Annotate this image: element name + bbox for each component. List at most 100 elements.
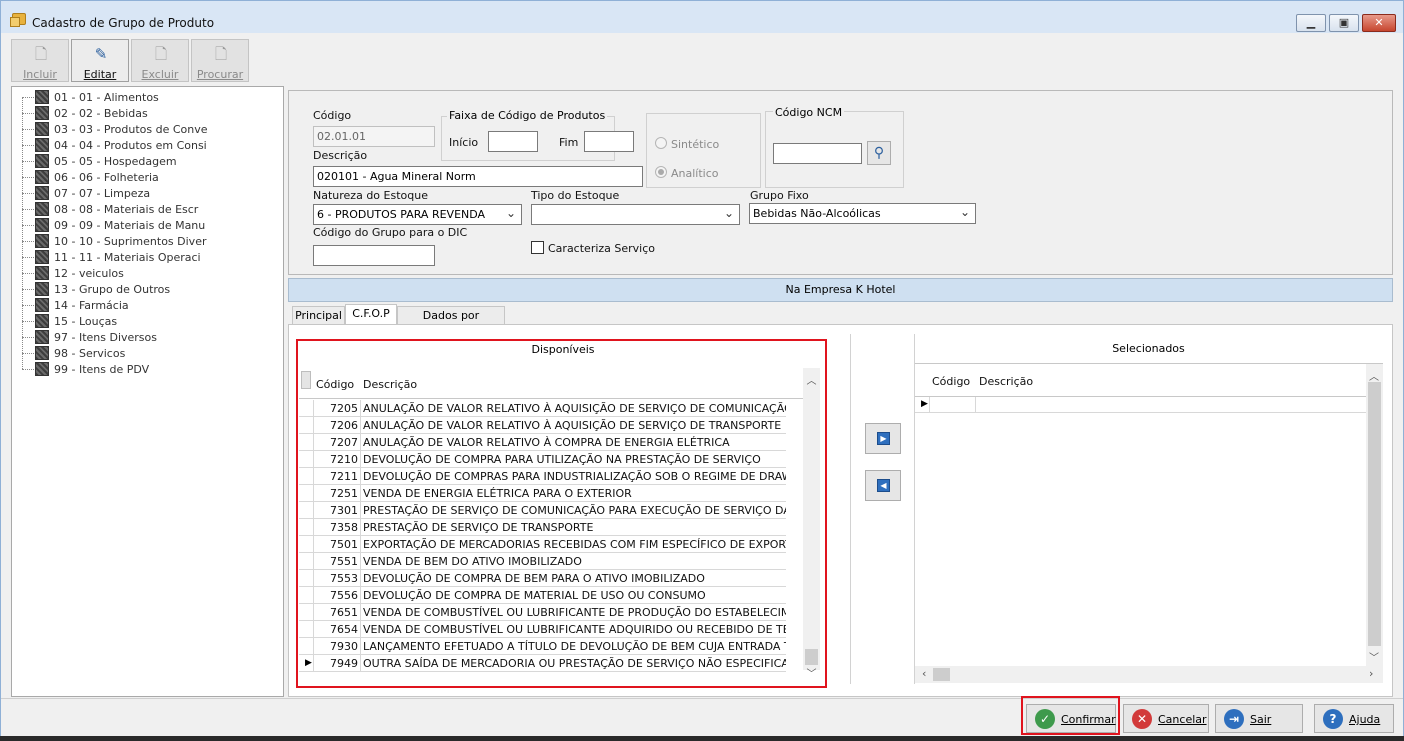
new-doc-icon: 🗋: [34, 45, 48, 63]
divider: [850, 334, 851, 684]
col-codigo-header[interactable]: Código: [932, 375, 970, 388]
tree-item-label: 97 - Itens Diversos: [54, 331, 158, 344]
fim-field[interactable]: [584, 131, 634, 152]
remove-selected-button[interactable]: ◀: [865, 470, 901, 501]
group-tree[interactable]: 01 - 01 - Alimentos 02 - 02 - Bebidas 03 -…: [11, 86, 284, 697]
tree-item[interactable]: 14 - Farmácia: [12, 289, 282, 313]
window-title: Cadastro de Grupo de Produto: [32, 16, 215, 30]
selecionados-header: Código Descrição: [915, 364, 1366, 397]
app-window: Cadastro de Grupo de Produto ▁ ▣ ✕ 🗋 Incl…: [0, 0, 1404, 736]
scroll-up-icon[interactable]: ︿: [1369, 368, 1379, 383]
faixa-group: Faixa de Código de Produtos Início Fim: [441, 109, 634, 161]
group-node-icon: [35, 122, 49, 136]
scroll-thumb[interactable]: [1368, 382, 1381, 646]
tree-item[interactable]: 04 - 04 - Produtos em Consi: [12, 129, 282, 153]
tree-item[interactable]: 06 - 06 - Folheteria: [12, 161, 282, 185]
dic-field[interactable]: [313, 245, 435, 266]
tree-connector: [22, 113, 23, 129]
tree-item-label: 13 - Grupo de Outros: [54, 283, 171, 296]
tipo-group: Sintético Analítico: [646, 113, 761, 188]
ncm-field[interactable]: [773, 143, 862, 164]
cancel-icon: ✕: [1132, 709, 1152, 729]
scroll-left-icon[interactable]: ‹: [922, 667, 926, 680]
tree-item-label: 08 - 08 - Materiais de Escr: [54, 203, 199, 216]
selecionados-grid[interactable]: Código Descrição ▶ ︿ ﹀ ‹ ›: [915, 363, 1383, 683]
tree-item[interactable]: 99 - Itens de PDV: [12, 353, 282, 377]
tree-connector: [22, 209, 23, 225]
company-band: Na Empresa K Hotel: [288, 278, 1393, 302]
title-bar: Cadastro de Grupo de Produto ▁ ▣ ✕: [1, 1, 1403, 33]
tree-connector: [22, 321, 23, 337]
incluir-label: Incluir: [23, 68, 57, 81]
edit-icon: ✎: [94, 45, 108, 63]
add-selected-button[interactable]: ▶: [865, 423, 901, 454]
sintetico-radio[interactable]: [655, 137, 667, 149]
incluir-button[interactable]: 🗋 Incluir: [11, 39, 69, 82]
caracteriza-servico-checkbox[interactable]: [531, 241, 544, 254]
group-node-icon: [35, 186, 49, 200]
selecionados-vscroll[interactable]: ︿ ﹀: [1366, 364, 1383, 666]
editar-label: Editar: [83, 68, 117, 81]
tree-item[interactable]: 11 - 11 - Materiais Operaci: [12, 241, 282, 265]
descricao-field[interactable]: 020101 - Agua Mineral Norm: [313, 166, 643, 187]
descricao-label: Descrição: [313, 149, 368, 162]
selecionados-hscroll[interactable]: ‹ ›: [915, 666, 1383, 683]
tree-item[interactable]: 10 - 10 - Suprimentos Diver: [12, 225, 282, 249]
maximize-button[interactable]: ▣: [1329, 14, 1359, 32]
tree-item[interactable]: 15 - Louças: [12, 305, 282, 329]
tree-item-label: 12 - veiculos: [54, 267, 124, 280]
close-button[interactable]: ✕: [1362, 14, 1396, 32]
ajuda-label: Ajuda: [1349, 713, 1381, 726]
tree-item[interactable]: 05 - 05 - Hospedagem: [12, 145, 282, 169]
scroll-down-icon[interactable]: ﹀: [1369, 649, 1379, 664]
grupo-fixo-select[interactable]: Bebidas Não-Alcoólicas ⌄: [749, 203, 976, 224]
tab-dados-por-empresa[interactable]: Dados por Empresa: [397, 306, 505, 339]
chevron-down-icon: ⌄: [959, 205, 970, 219]
search-doc-icon: 🗋: [214, 45, 228, 63]
tree-connector: [22, 177, 23, 193]
group-node-icon: [35, 202, 49, 216]
tipo-estoque-select[interactable]: ⌄: [531, 204, 740, 225]
tree-item[interactable]: 97 - Itens Diversos: [12, 321, 282, 345]
tree-item[interactable]: 02 - 02 - Bebidas: [12, 97, 282, 121]
cancelar-button[interactable]: ✕ Cancelar: [1123, 704, 1209, 733]
group-node-icon: [35, 362, 49, 376]
tree-item[interactable]: 09 - 09 - Materiais de Manu: [12, 209, 282, 233]
minimize-button[interactable]: ▁: [1296, 14, 1326, 32]
col-descricao-header[interactable]: Descrição: [979, 375, 1033, 388]
group-node-icon: [35, 170, 49, 184]
faixa-title: Faixa de Código de Produtos: [447, 109, 608, 122]
tab-cfop[interactable]: C.F.O.P: [345, 304, 397, 325]
tree-item[interactable]: 03 - 03 - Produtos de Conve: [12, 113, 282, 137]
tab-principal[interactable]: Principal: [292, 306, 345, 325]
row-pointer-icon: ▶: [921, 399, 928, 409]
tree-item[interactable]: 98 - Servicos: [12, 337, 282, 361]
codigo-label: Código: [313, 109, 352, 122]
help-icon: ?: [1323, 709, 1343, 729]
analitico-radio[interactable]: [655, 166, 667, 178]
tree-item-label: 14 - Farmácia: [54, 299, 129, 312]
natureza-select[interactable]: 6 - PRODUTOS PARA REVENDA ⌄: [313, 204, 522, 225]
tree-item[interactable]: 08 - 08 - Materiais de Escr: [12, 193, 282, 217]
ajuda-button[interactable]: ? Ajuda: [1314, 704, 1394, 733]
ncm-search-button[interactable]: ⚲: [867, 141, 891, 165]
tree-item-label: 11 - 11 - Materiais Operaci: [54, 251, 201, 264]
tree-item[interactable]: 12 - veiculos: [12, 257, 282, 281]
tree-item-label: 99 - Itens de PDV: [54, 363, 150, 376]
tree-item[interactable]: 01 - 01 - Alimentos: [12, 89, 282, 105]
sair-button[interactable]: ⇥ Sair: [1215, 704, 1303, 733]
new-row[interactable]: ▶: [915, 397, 1366, 413]
selecionados-title: Selecionados: [1112, 342, 1185, 355]
tree-connector: [22, 289, 23, 305]
tree-item[interactable]: 13 - Grupo de Outros: [12, 273, 282, 297]
inicio-field[interactable]: [488, 131, 538, 152]
tree-connector: [22, 305, 23, 321]
editar-button[interactable]: ✎ Editar: [71, 39, 129, 82]
tree-item-label: 01 - 01 - Alimentos: [54, 91, 159, 104]
tree-item[interactable]: 07 - 07 - Limpeza: [12, 177, 282, 201]
procurar-button[interactable]: 🗋 Procurar: [191, 39, 249, 82]
excluir-button[interactable]: 🗋 Excluir: [131, 39, 189, 82]
scroll-thumb[interactable]: [933, 668, 950, 681]
group-node-icon: [35, 154, 49, 168]
scroll-right-icon[interactable]: ›: [1369, 667, 1373, 680]
